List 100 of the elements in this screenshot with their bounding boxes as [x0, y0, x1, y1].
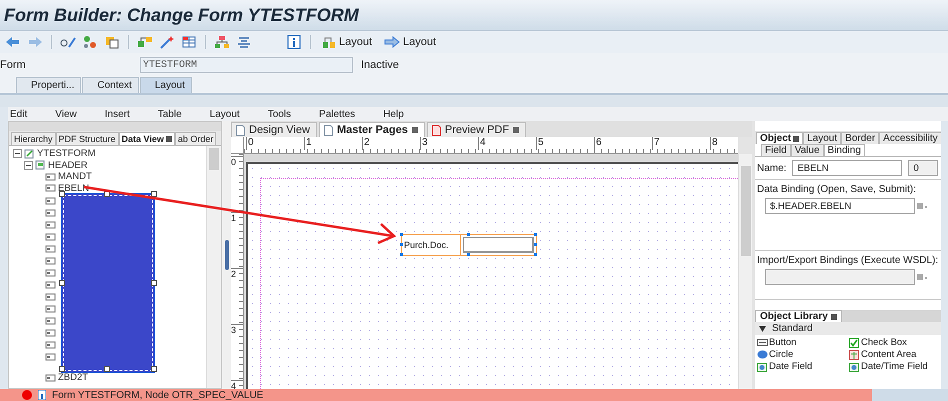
layout-button[interactable]: Layout: [318, 33, 376, 51]
page-icon: [432, 124, 441, 136]
tree-node[interactable]: HEADER: [48, 160, 88, 171]
field-icon: [45, 184, 56, 192]
error-icon: [22, 390, 32, 400]
library-item[interactable]: Check Box: [849, 337, 941, 348]
layout-button[interactable]: Layout: [380, 33, 440, 51]
name-label: Name:: [757, 162, 786, 174]
menu-item[interactable]: Table: [158, 108, 182, 120]
field-icon: [45, 293, 56, 301]
panel-tab[interactable]: Hierarchy: [11, 132, 56, 145]
library-item[interactable]: Date Field: [757, 361, 849, 372]
library-item[interactable]: Date/Time Field: [849, 361, 941, 372]
field-icon: [45, 257, 56, 265]
field-icon: [45, 245, 56, 253]
menu-item[interactable]: View: [55, 108, 77, 120]
close-icon[interactable]: [412, 127, 418, 133]
library-item[interactable]: Circle: [757, 349, 849, 360]
info-icon[interactable]: [285, 33, 303, 51]
sub-tab[interactable]: Field: [761, 144, 791, 156]
checkbox-icon: [849, 338, 860, 348]
tree-node[interactable]: MANDT: [58, 171, 92, 182]
field-icon: [45, 197, 56, 205]
menu-item[interactable]: Edit: [10, 108, 28, 120]
window-title: Form Builder: Change Form YTESTFORM: [4, 4, 359, 26]
org-chart-icon[interactable]: [213, 33, 231, 51]
field-icon: [45, 305, 56, 313]
group-header[interactable]: Standard: [755, 322, 941, 335]
vertical-ruler: 0 1 2 3 4: [231, 154, 244, 389]
document-tab[interactable]: Preview PDF: [426, 122, 526, 137]
menu-item[interactable]: Tools: [268, 108, 292, 120]
menu-item[interactable]: Layout: [210, 108, 240, 120]
import-bindings-field[interactable]: [765, 269, 915, 285]
status-label: Inactive: [361, 59, 399, 71]
field-icon: [45, 221, 56, 229]
binding-field[interactable]: $.HEADER.EBELN: [765, 198, 915, 214]
panel-tab[interactable]: Border: [841, 132, 880, 144]
document-tab[interactable]: Design View: [231, 122, 317, 137]
binding-label: Data Binding (Open, Save, Submit):: [757, 184, 917, 195]
panel-tab[interactable]: Layout: [803, 132, 842, 144]
page-icon: [236, 124, 245, 136]
form-icon: [24, 148, 35, 159]
splitter-handle[interactable]: [224, 240, 228, 270]
menu-item[interactable]: Help: [383, 108, 404, 120]
calendar-icon: [849, 362, 860, 372]
tree-node[interactable]: ZBD2T: [58, 372, 88, 384]
collapse-icon[interactable]: [24, 160, 33, 170]
menu-item[interactable]: Insert: [104, 108, 130, 120]
panel-tab[interactable]: Object: [756, 132, 804, 144]
field-icon: [45, 353, 56, 361]
field-icon: [45, 281, 56, 289]
close-icon[interactable]: [166, 136, 172, 142]
content-area-icon: [849, 350, 860, 360]
field-icon: [45, 269, 56, 277]
arrow-right-icon: [384, 36, 400, 48]
group-title: Standard: [772, 323, 813, 334]
structure-icon: [35, 160, 46, 170]
hierarchy-icon: [322, 36, 336, 48]
name-field[interactable]: EBELN: [792, 160, 902, 176]
tree-node[interactable]: YTESTFORM: [37, 148, 96, 160]
field-icon: [45, 172, 56, 181]
button-icon: [757, 338, 768, 347]
page-icon: [324, 124, 333, 136]
tab[interactable]: Context: [82, 77, 139, 93]
tab[interactable]: Layout: [140, 77, 192, 93]
import-bindings-label: Import/Export Bindings (Execute WSDL):: [757, 255, 939, 266]
scrollbar[interactable]: [206, 146, 221, 388]
list-icon[interactable]: [917, 202, 927, 210]
field-icon: [45, 374, 56, 382]
field-icon: [45, 317, 56, 325]
calendar-icon: [757, 362, 768, 372]
close-icon[interactable]: [830, 314, 837, 320]
panel-tab[interactable]: Accessibility: [879, 132, 941, 144]
field-icon: [45, 209, 56, 217]
circle-icon: [757, 350, 768, 359]
library-tab[interactable]: Object Library: [755, 310, 842, 322]
library-item[interactable]: Content Area: [849, 349, 941, 360]
status-message: Form YTESTFORM, Node OTR_SPEC_VALUE: [52, 390, 264, 400]
collapse-icon[interactable]: [13, 149, 22, 158]
menu-item[interactable]: Palettes: [319, 108, 356, 120]
close-icon[interactable]: [513, 127, 520, 133]
tab[interactable]: Properti...: [16, 77, 82, 93]
close-icon[interactable]: [793, 136, 800, 142]
scrollbar[interactable]: [738, 154, 753, 389]
library-item[interactable]: Button: [757, 337, 849, 348]
nodes-icon[interactable]: [81, 33, 99, 51]
document-tab[interactable]: Master Pages: [318, 122, 425, 137]
field-icon: [45, 329, 56, 337]
form-label: Form: [0, 59, 27, 71]
sub-tab[interactable]: Value: [790, 144, 824, 156]
count-field: 0: [908, 160, 938, 176]
panel-tab[interactable]: ab Order: [174, 132, 216, 145]
text-field-object[interactable]: Purch.Doc.: [401, 234, 537, 256]
panel-tab[interactable]: PDF Structure: [56, 132, 119, 145]
field-icon: [45, 341, 56, 349]
form-name-field[interactable]: YTESTFORM: [140, 57, 353, 73]
list-icon[interactable]: [917, 273, 927, 281]
panel-tab[interactable]: Data View: [118, 132, 175, 145]
sub-tab[interactable]: Binding: [824, 144, 865, 156]
field-icon: [45, 233, 56, 241]
